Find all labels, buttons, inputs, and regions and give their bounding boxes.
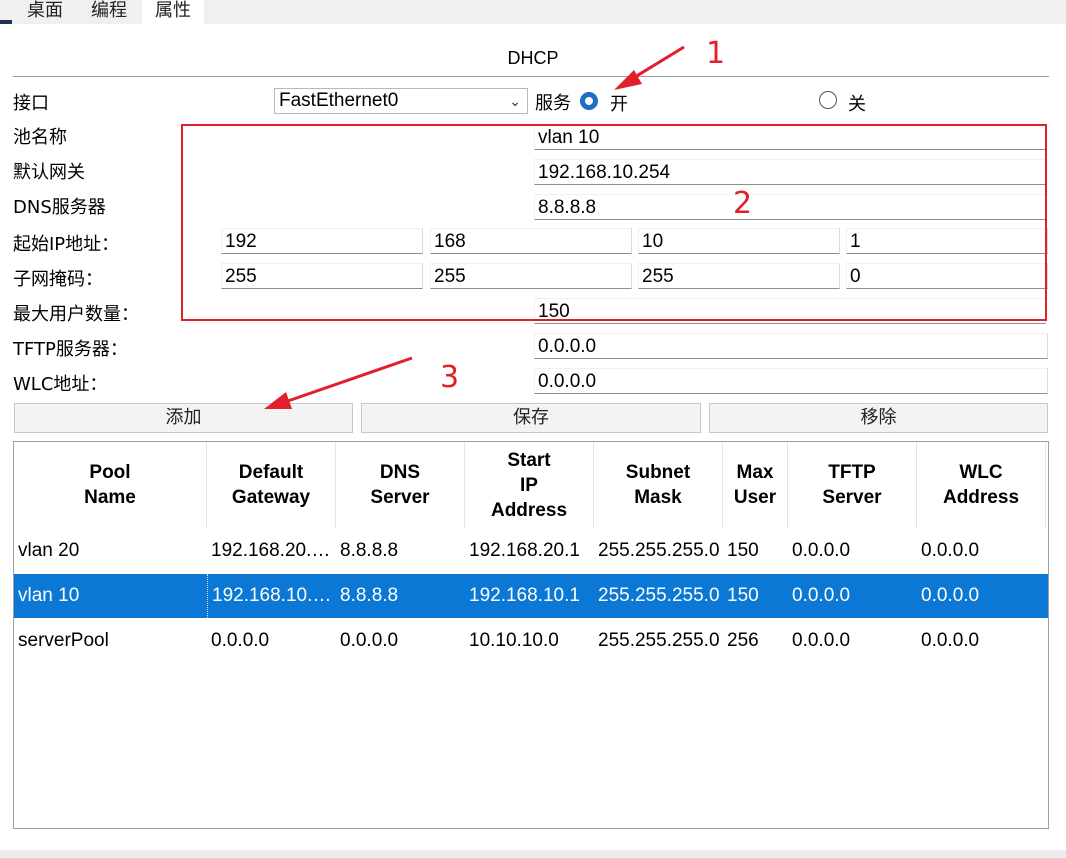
annotation-number-2: 2	[733, 186, 753, 221]
annotation-arrows	[264, 45, 685, 409]
arrow-3-icon	[264, 356, 413, 409]
annotation-number-1: 1	[706, 36, 726, 71]
arrow-1-icon	[614, 45, 685, 90]
bottom-strip	[0, 850, 1066, 858]
annotation-number-3: 3	[440, 360, 460, 395]
